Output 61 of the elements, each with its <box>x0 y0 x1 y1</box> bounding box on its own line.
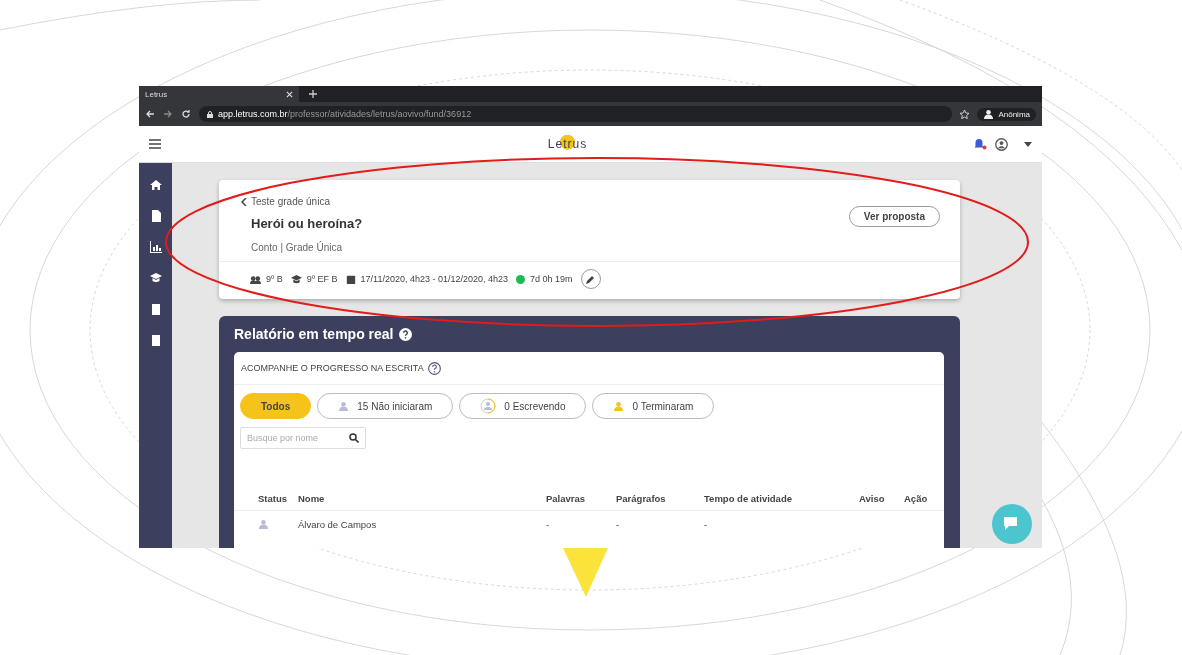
plus-icon[interactable] <box>309 90 317 98</box>
activity-meta-text: 9º EF B <box>306 274 338 284</box>
column-header: Aviso <box>859 493 886 504</box>
address-bar[interactable]: app.letrus.com.br/professor/atividades/letrus/aovivo/fund/36912 <box>199 106 953 122</box>
star-icon[interactable] <box>960 109 970 119</box>
profile-chip[interactable]: Anônima <box>977 107 1036 121</box>
user-avatar-icon[interactable] <box>995 137 1008 151</box>
home-icon <box>149 179 162 191</box>
filter-chip[interactable]: 15 Não iniciaram <box>317 393 454 419</box>
notification-bell-icon[interactable] <box>974 138 987 150</box>
column-header: Ação <box>904 493 929 504</box>
edit-button[interactable] <box>580 269 601 289</box>
activity-meta-text: 7d 0h 19m <box>530 274 573 284</box>
graduation-cap-icon <box>290 273 302 285</box>
caret-icon[interactable] <box>1024 141 1032 147</box>
incognito-icon <box>983 108 995 120</box>
back-arrow-icon[interactable] <box>145 109 155 119</box>
url-text: app.letrus.com.br/professor/atividades/letrus/aovivo/fund/36912 <box>218 109 472 119</box>
column-header: Parágrafos <box>616 493 667 504</box>
close-icon <box>286 90 293 98</box>
activity-title: Herói ou heroína? <box>251 216 363 231</box>
group-icon <box>250 273 261 285</box>
column-header: Nome <box>298 493 326 504</box>
back-link[interactable]: Teste grade única <box>241 196 363 207</box>
lock-icon <box>207 110 213 118</box>
section-heading: ACOMPANHE O PROGRESSO NA ESCRITA <box>241 363 424 373</box>
person-progress-icon <box>480 398 497 414</box>
status-dot-icon <box>516 274 526 284</box>
student-name: Álvaro de Campos <box>298 519 378 530</box>
filter-chip[interactable]: 0 Escrevendo <box>459 393 587 419</box>
table-cell-text: - <box>704 519 709 530</box>
graduation-cap-icon <box>149 272 162 284</box>
table-cell-text: - <box>616 519 621 530</box>
menu-icon[interactable] <box>149 139 161 149</box>
person-icon <box>613 400 625 412</box>
view-proposal-button[interactable]: Ver proposta <box>848 206 940 227</box>
person-icon <box>338 400 350 412</box>
column-header: Status <box>258 493 289 504</box>
bar-chart-icon <box>149 241 162 253</box>
filter-chip[interactable]: 0 Terminaram <box>592 393 715 419</box>
search-icon <box>349 433 359 443</box>
help-icon[interactable] <box>398 327 412 341</box>
activity-subtitle: Conto | Grade Única <box>251 242 343 253</box>
column-header: Tempo de atividade <box>704 493 793 504</box>
search-field[interactable]: Busque por nome <box>240 427 366 449</box>
person-icon <box>258 519 269 530</box>
column-header: Palavras <box>546 493 587 504</box>
help-icon[interactable] <box>427 361 441 375</box>
report-title: Relatório em tempo real <box>234 326 394 342</box>
activity-meta-text: 9º B <box>266 274 283 284</box>
triangle-icon <box>563 548 608 597</box>
table-cell-text: - <box>546 519 551 530</box>
reload-icon[interactable] <box>181 109 191 119</box>
tab-title: Letrus <box>145 89 168 99</box>
activity-meta-text: 17/11/2020, 4h23 - 01/12/2020, 4h23 <box>360 274 509 284</box>
filter-chip[interactable]: Todos <box>240 393 312 419</box>
chevron-left-icon <box>241 197 247 206</box>
browser-tab[interactable]: Letrus <box>139 86 299 102</box>
forward-arrow-icon[interactable] <box>163 109 173 119</box>
pencil-icon <box>586 274 596 284</box>
document-icon <box>149 210 162 222</box>
